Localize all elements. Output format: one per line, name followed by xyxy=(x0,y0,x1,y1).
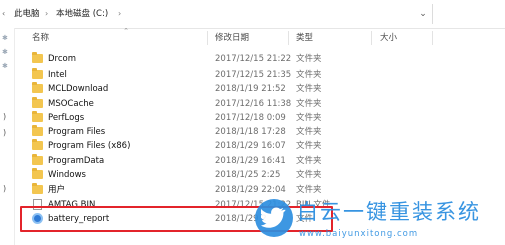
watermark-title: 白云一键重装系统 xyxy=(297,200,481,224)
sort-caret-icon: ⌃ xyxy=(123,27,129,35)
file-name: Drcom xyxy=(48,54,77,64)
file-type: 文件夹 xyxy=(296,141,322,151)
file-date: 2017/12/15 21:22 xyxy=(215,54,292,64)
file-type: 文件夹 xyxy=(296,84,322,94)
file-row[interactable]: Drcom 2017/12/15 21:22 文件夹 xyxy=(32,51,452,67)
file-date: 2017/12/16 11:38 xyxy=(215,99,292,109)
column-header-size[interactable]: 大小 xyxy=(380,31,397,45)
folder-icon xyxy=(32,111,43,122)
bird-icon xyxy=(261,207,286,228)
file-row[interactable]: Program Files (x86) 2018/1/29 16:07 文件夹 xyxy=(32,138,452,154)
folder-icon xyxy=(32,68,43,79)
file-name: Program Files (x86) xyxy=(48,141,131,151)
bird-logo-icon xyxy=(255,199,293,237)
file-date: 2018/1/19 21:52 xyxy=(215,84,286,94)
file-date: 2018/1/18 17:28 xyxy=(215,127,286,137)
column-divider[interactable] xyxy=(371,31,372,45)
watermark: 白云一键重装系统 www.baiyunxitong.com xyxy=(255,197,505,245)
folder-icon xyxy=(32,52,43,63)
breadcrumb-this-pc[interactable]: 此电脑 xyxy=(14,7,40,21)
folder-icon xyxy=(32,139,43,150)
folder-icon xyxy=(32,125,43,136)
file-name: PerfLogs xyxy=(48,113,85,123)
file-name: 用户 xyxy=(48,185,66,195)
chevron-left-icon[interactable]: ‹ xyxy=(2,9,10,19)
file-row[interactable]: MCLDownload 2018/1/19 21:52 文件夹 xyxy=(32,81,452,97)
column-header-row: ⌃ 名称 修改日期 类型 大小 xyxy=(14,27,505,48)
folder-icon xyxy=(32,183,43,194)
file-name: MSOCache xyxy=(48,99,94,109)
navigation-pane: ✱ ✱ ✱ ) ) ) xyxy=(0,28,15,245)
nav-item-partial[interactable]: ) xyxy=(3,184,11,194)
column-divider[interactable] xyxy=(288,31,289,45)
folder-icon xyxy=(32,97,43,108)
file-type: 文件夹 xyxy=(296,185,322,195)
file-row[interactable]: 用户 2018/1/29 22:04 文件夹 xyxy=(32,182,452,198)
nav-item-partial[interactable]: ) xyxy=(3,112,11,122)
file-row[interactable]: Windows 2018/1/25 2:25 文件夹 xyxy=(32,167,452,183)
column-header-name[interactable]: 名称 xyxy=(32,31,49,45)
file-date: 2018/1/29 16:07 xyxy=(215,141,286,151)
file-name: Intel xyxy=(48,70,67,80)
folder-icon xyxy=(32,154,43,165)
file-date: 2017/12/18 0:09 xyxy=(215,113,286,123)
file-name: Program Files xyxy=(48,127,106,137)
column-header-type[interactable]: 类型 xyxy=(296,31,313,45)
column-divider[interactable] xyxy=(432,31,433,45)
watermark-url: www.baiyunxitong.com xyxy=(299,229,419,239)
folder-icon xyxy=(32,168,43,179)
column-divider[interactable] xyxy=(207,31,208,45)
file-date: 2017/12/15 21:35 xyxy=(215,70,292,80)
breadcrumb-separator-icon[interactable]: › xyxy=(45,7,48,21)
file-type: 文件夹 xyxy=(296,54,322,64)
breadcrumb-separator-icon[interactable]: › xyxy=(118,7,121,21)
pin-icon[interactable]: ✱ xyxy=(2,34,10,42)
pin-icon[interactable]: ✱ xyxy=(2,62,10,70)
file-date: 2018/1/25 2:25 xyxy=(215,170,281,180)
file-type: 文件夹 xyxy=(296,127,322,137)
file-name: Windows xyxy=(48,170,86,180)
address-divider xyxy=(432,4,433,24)
nav-item-partial[interactable]: ) xyxy=(3,128,11,138)
file-type: 文件夹 xyxy=(296,156,322,166)
address-bar[interactable]: ‹ 此电脑 › 本地磁盘 (C:) › ⌄ xyxy=(0,0,505,29)
file-type: 文件夹 xyxy=(296,99,322,109)
file-name: MCLDownload xyxy=(48,84,109,94)
file-name: ProgramData xyxy=(48,156,105,166)
file-date: 2018/1/29 22:04 xyxy=(215,185,286,195)
folder-icon xyxy=(32,82,43,93)
column-header-modified[interactable]: 修改日期 xyxy=(215,31,249,45)
file-date: 2018/1/29 16:41 xyxy=(215,156,286,166)
chevron-down-icon[interactable]: ⌄ xyxy=(417,7,429,21)
file-type: 文件夹 xyxy=(296,70,322,80)
file-type: 文件夹 xyxy=(296,113,322,123)
breadcrumb-local-disk-c[interactable]: 本地磁盘 (C:) xyxy=(56,7,108,21)
file-explorer-window: ‹ 此电脑 › 本地磁盘 (C:) › ⌄ ✱ ✱ ✱ ) ) ) ⌃ 名称 修… xyxy=(0,0,505,245)
file-type: 文件夹 xyxy=(296,170,322,180)
pin-icon[interactable]: ✱ xyxy=(2,48,10,56)
